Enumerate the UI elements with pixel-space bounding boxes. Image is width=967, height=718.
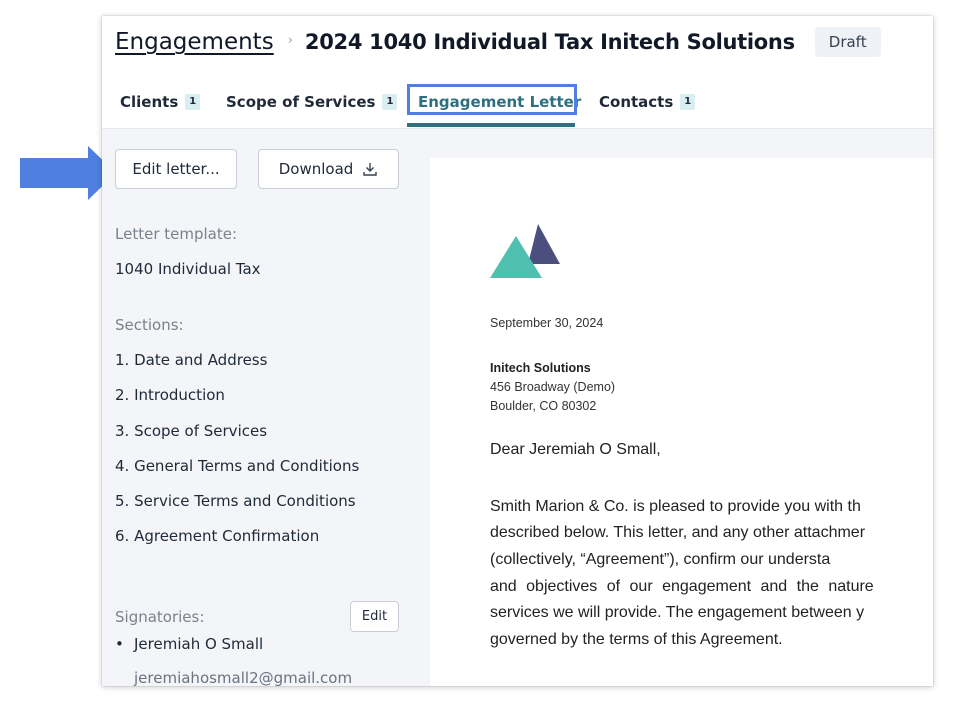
tab-clients-label: Clients	[120, 93, 179, 111]
tab-contacts-count: 1	[680, 94, 696, 110]
tab-scope-label: Scope of Services	[226, 93, 376, 111]
letter-company: Initech Solutions	[490, 361, 591, 375]
sections-label: Sections:	[115, 316, 184, 334]
tab-scope-count: 1	[382, 94, 398, 110]
letter-body-line: governed by the terms of this Agreement.	[490, 631, 783, 648]
letter-template-label: Letter template:	[115, 225, 238, 243]
letter-body-line: services we will provide. The engagement…	[490, 604, 865, 621]
letter-body-line: described below. This letter, and any ot…	[490, 524, 866, 541]
section-item[interactable]: 1. Date and Address	[115, 351, 267, 369]
edit-signatories-button[interactable]: Edit	[350, 601, 399, 632]
section-item[interactable]: 3. Scope of Services	[115, 422, 267, 440]
section-item[interactable]: 6. Agreement Confirmation	[115, 527, 319, 545]
edit-letter-button[interactable]: Edit letter...	[115, 149, 237, 189]
signatories-label: Signatories:	[115, 608, 205, 626]
letter-template-value: 1040 Individual Tax	[115, 260, 261, 278]
letter-date: September 30, 2024	[490, 316, 604, 330]
letter-preview-pane: September 30, 2024 Initech Solutions 456…	[429, 129, 933, 686]
breadcrumb-separator-icon: ›	[287, 32, 293, 48]
section-item[interactable]: 2. Introduction	[115, 386, 225, 404]
tab-active-indicator	[407, 123, 575, 127]
tab-scope-of-services[interactable]: Scope of Services 1	[226, 84, 398, 120]
breadcrumb-engagements-link[interactable]: Engagements	[115, 29, 274, 55]
letter-address-line: 456 Broadway (Demo)	[490, 380, 616, 394]
firm-logo-icon	[490, 224, 560, 278]
section-item[interactable]: 5. Service Terms and Conditions	[115, 492, 356, 510]
tab-clients[interactable]: Clients 1	[120, 84, 201, 120]
letter-body-line: and objectives of our engagement and the…	[490, 578, 874, 595]
tab-contacts-label: Contacts	[599, 93, 674, 111]
edit-letter-label: Edit letter...	[132, 160, 220, 178]
signatory-name: Jeremiah O Small	[134, 635, 264, 653]
status-badge: Draft	[814, 27, 881, 57]
letter-page: September 30, 2024 Initech Solutions 456…	[430, 158, 933, 686]
tab-highlight-box	[407, 84, 577, 115]
download-label: Download	[278, 160, 354, 178]
breadcrumb: Engagements › 2024 1040 Individual Tax I…	[115, 24, 881, 60]
signatory-bullet: •	[115, 635, 124, 653]
letter-body-line: Smith Marion & Co. is pleased to provide…	[490, 498, 861, 515]
tab-contacts[interactable]: Contacts 1	[599, 84, 696, 120]
app-window: Engagements › 2024 1040 Individual Tax I…	[102, 16, 933, 686]
letter-address-line: Boulder, CO 80302	[490, 399, 597, 413]
download-icon	[363, 163, 377, 176]
letter-sidebar: Edit letter... Download Letter template:…	[102, 129, 429, 686]
section-item[interactable]: 4. General Terms and Conditions	[115, 457, 359, 475]
edit-signatories-label: Edit	[361, 609, 388, 624]
letter-body-line: (collectively, “Agreement”), confirm our…	[490, 551, 831, 568]
signatory-email: jeremiahosmall2@gmail.com	[134, 669, 353, 686]
page-title: 2024 1040 Individual Tax Initech Solutio…	[304, 30, 795, 54]
download-button[interactable]: Download	[258, 149, 399, 189]
tab-clients-count: 1	[185, 94, 201, 110]
letter-salutation: Dear Jeremiah O Small,	[490, 441, 661, 458]
page-header: Engagements › 2024 1040 Individual Tax I…	[102, 16, 933, 129]
